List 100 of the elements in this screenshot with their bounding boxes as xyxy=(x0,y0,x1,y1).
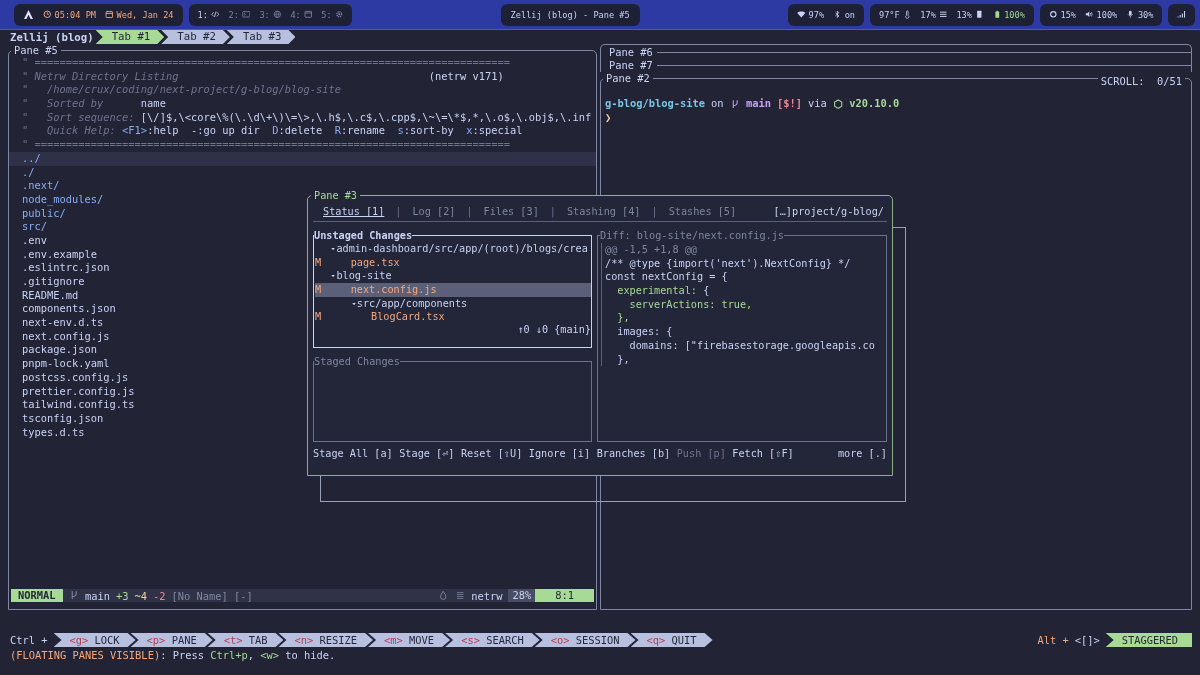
file-entry[interactable]: README.md xyxy=(22,288,79,303)
workspace-button[interactable]: 3: xyxy=(259,9,282,20)
cursor-position: 8:1 xyxy=(535,589,594,602)
change-status: M xyxy=(315,311,322,323)
tab-separator: | xyxy=(395,206,402,217)
file-entry[interactable]: tailwind.config.ts xyxy=(22,398,135,412)
folder-name: blog-site xyxy=(336,269,392,284)
tab-separator: | xyxy=(651,206,658,217)
shortcut-key[interactable]: <n> RESIZE xyxy=(278,633,374,647)
keybinding-hint[interactable]: Reset [⇧U] xyxy=(460,448,523,459)
tab[interactable]: Tab #1 xyxy=(95,30,165,44)
shortcut-key[interactable]: <g> LOCK xyxy=(53,633,136,647)
prompt-symbol: ❯ xyxy=(605,110,612,123)
workspace-button[interactable]: 1: xyxy=(197,9,220,20)
file-entry[interactable]: prettier.config.js xyxy=(22,384,135,399)
keybinding-hint[interactable]: Ignore [i] xyxy=(528,448,591,459)
tree-item[interactable]: M BlogCard.tsx xyxy=(315,310,591,325)
shortcut-key[interactable]: <q> QUIT xyxy=(630,633,713,647)
shortcut-key[interactable]: <s> SEARCH xyxy=(445,633,540,647)
status-value: 17% xyxy=(920,9,936,20)
file-entry[interactable]: .gitignore xyxy=(22,275,85,289)
modifier-label: Alt + xyxy=(1037,634,1069,646)
status-value: 97°F xyxy=(879,9,900,20)
file-name: BlogCard.tsx xyxy=(371,310,445,325)
layout-indicator[interactable]: STAGGERED xyxy=(1105,633,1192,647)
node-version: v20.10.0 xyxy=(849,97,900,111)
tab[interactable]: Tab #2 xyxy=(161,30,230,44)
file-entry[interactable]: types.d.ts xyxy=(22,425,85,440)
keybinding-hint[interactable]: Stage All [a] xyxy=(313,448,393,459)
scroll-indicator: SCROLL: 0/51 xyxy=(1097,75,1185,87)
tab[interactable]: Stashes [5] xyxy=(668,206,737,217)
date-text: Wed, Jan 24 xyxy=(116,9,174,20)
netrw-header-line: " ============================================================================ xyxy=(22,138,511,152)
diff-line: experimental: { xyxy=(616,284,711,298)
netrw-header-line: " Sorted by name xyxy=(22,97,167,111)
file-entry[interactable]: .env xyxy=(22,233,48,248)
status-value: 97% xyxy=(808,9,825,20)
netrw-header-line: " Sort sequence: [\/]$,\<core\%(\.\d\+\)\=\>,\.h$,\.c$,\.cpp$,\~\=\*$,*,\.o$,\.obj$,\.inf xyxy=(22,110,590,125)
thermometer-icon xyxy=(902,10,912,19)
diff-line: const nextConfig = { xyxy=(605,270,729,285)
shortcut-key[interactable]: <t> TAB xyxy=(207,633,284,647)
diff-line: images: { xyxy=(616,325,674,339)
tab[interactable]: Log [2] xyxy=(412,206,456,217)
tab[interactable]: Files [3] xyxy=(483,206,539,217)
shortcut-key[interactable]: <m> MOVE xyxy=(368,633,451,647)
tab-separator: | xyxy=(549,206,556,217)
change-status: M xyxy=(315,256,322,268)
status-value: 100% xyxy=(1096,9,1118,20)
shortcut-key[interactable]: <o> SESSION xyxy=(534,633,636,647)
workspace-button[interactable]: 2: xyxy=(228,9,251,20)
pane-title[interactable]: Pane #6 xyxy=(609,46,653,59)
file-entry[interactable]: postcss.config.js xyxy=(22,370,129,385)
bars-icon xyxy=(938,10,948,19)
branch-status: ↑0 ↓0 {main} xyxy=(516,324,591,336)
directory-entry[interactable]: ./ xyxy=(22,165,35,180)
tab[interactable]: Tab #3 xyxy=(226,30,296,44)
removed-count: -2 xyxy=(153,589,166,602)
microphone-icon xyxy=(1126,10,1135,19)
diff-line: }, xyxy=(616,352,631,367)
file-entry[interactable]: next.config.js xyxy=(22,329,110,344)
shortcut-key[interactable]: <p> PANE xyxy=(130,633,213,647)
prompt-text: via xyxy=(808,97,827,111)
workspace-button[interactable]: 5: xyxy=(321,9,344,20)
netrw-header-line: " ============================================================================ xyxy=(22,56,511,70)
directory-entry[interactable]: src/ xyxy=(22,220,48,234)
tab-separator: | xyxy=(466,206,473,217)
file-entry[interactable]: next-env.d.ts xyxy=(22,316,104,330)
pane-title[interactable]: Pane #7 xyxy=(609,59,653,72)
file-entry[interactable]: .eslintrc.json xyxy=(22,261,110,275)
keybinding-hint[interactable]: Stage [⏎] xyxy=(399,448,455,459)
hexagon-icon xyxy=(832,98,844,110)
tree-item[interactable]: M page.tsx xyxy=(315,255,591,270)
file-entry[interactable]: pnpm-lock.yaml xyxy=(22,357,110,371)
directory-entry[interactable]: public/ xyxy=(22,206,66,221)
file-entry[interactable]: package.json xyxy=(22,343,98,358)
keybinding-hint[interactable]: Branches [b] xyxy=(596,448,671,459)
directory-entry[interactable]: .next/ xyxy=(22,179,60,193)
file-entry[interactable]: .env.example xyxy=(22,247,98,262)
drop-icon xyxy=(438,590,449,601)
directory-entry[interactable]: node_modules/ xyxy=(22,192,104,207)
mode-indicator: NORMAL xyxy=(11,589,63,602)
added-count: +3 xyxy=(115,589,129,602)
file-entry[interactable]: components.json xyxy=(22,302,116,317)
keybinding-hint[interactable]: Fetch [⇧F] xyxy=(732,448,794,459)
tab[interactable]: Stashing [4] xyxy=(566,206,641,217)
scroll-percent: 28% xyxy=(508,589,536,602)
status-value: 100% xyxy=(1004,9,1025,20)
diff-line: /** @type {import('next').NextConfig} */ xyxy=(605,256,852,271)
window-title: Zellij (blog) - Pane #5 xyxy=(500,3,640,26)
window-icon xyxy=(303,10,313,19)
workspace-button[interactable]: 4: xyxy=(290,9,313,20)
tree-item[interactable]: src/app/components xyxy=(315,296,591,311)
directory-entry[interactable]: ../ xyxy=(9,151,596,166)
tab[interactable]: Status [1] xyxy=(323,206,385,217)
keybinding-hint[interactable]: more [.] xyxy=(837,448,887,459)
speaker-icon xyxy=(1085,10,1094,19)
diff-line: domains: ["firebasestorage.googleapis.co xyxy=(628,338,876,353)
tree-item[interactable]: blog-site xyxy=(315,269,591,284)
file-entry[interactable]: tsconfig.json xyxy=(22,411,104,426)
file-name: page.tsx xyxy=(350,255,400,270)
